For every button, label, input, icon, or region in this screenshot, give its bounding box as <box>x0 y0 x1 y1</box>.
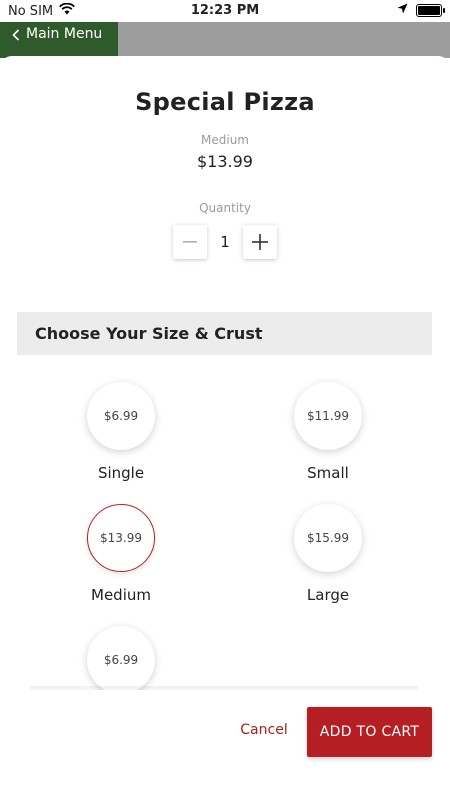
status-bar: No SIM 12:23 PM <box>0 0 450 22</box>
chevron-left-icon <box>12 29 20 41</box>
option-price: $15.99 <box>307 531 349 545</box>
option-name: Single <box>97 464 145 482</box>
minus-icon <box>183 241 197 243</box>
section-title: Choose Your Size & Crust <box>35 324 263 343</box>
size-option-medium[interactable]: $13.99 <box>87 504 155 572</box>
add-to-cart-button[interactable]: ADD TO CART <box>307 707 432 757</box>
product-title: Special Pizza <box>135 88 315 116</box>
size-option-small[interactable]: $11.99 <box>294 382 362 450</box>
size-option-extra[interactable]: $6.99 <box>87 626 155 694</box>
quantity-value: 1 <box>220 233 230 251</box>
option-price: $6.99 <box>103 409 139 423</box>
quantity-decrease-button[interactable] <box>173 225 207 259</box>
plus-icon <box>252 234 268 250</box>
battery-icon <box>416 4 445 17</box>
status-time: 12:23 PM <box>190 3 260 18</box>
size-option-large[interactable]: $15.99 <box>294 504 362 572</box>
product-price: $13.99 <box>197 152 253 171</box>
main-menu-label: Main Menu <box>26 26 103 42</box>
option-price: $11.99 <box>307 409 349 423</box>
size-option-single[interactable]: $6.99 <box>87 382 155 450</box>
selected-size-label: Medium <box>201 133 249 147</box>
quantity-label: Quantity <box>199 201 251 215</box>
option-name: Large <box>306 586 350 604</box>
option-name: Small <box>307 464 349 482</box>
size-crust-section-header: Choose Your Size & Crust <box>17 312 432 355</box>
location-arrow-icon <box>397 3 408 18</box>
status-right <box>397 3 445 18</box>
option-name: Medium <box>91 586 151 604</box>
cancel-button[interactable]: Cancel <box>234 722 294 738</box>
option-price: $13.99 <box>100 531 142 545</box>
quantity-increase-button[interactable] <box>243 225 277 259</box>
option-price: $6.99 <box>103 653 139 667</box>
main-menu-back-button[interactable]: Main Menu <box>0 22 118 58</box>
